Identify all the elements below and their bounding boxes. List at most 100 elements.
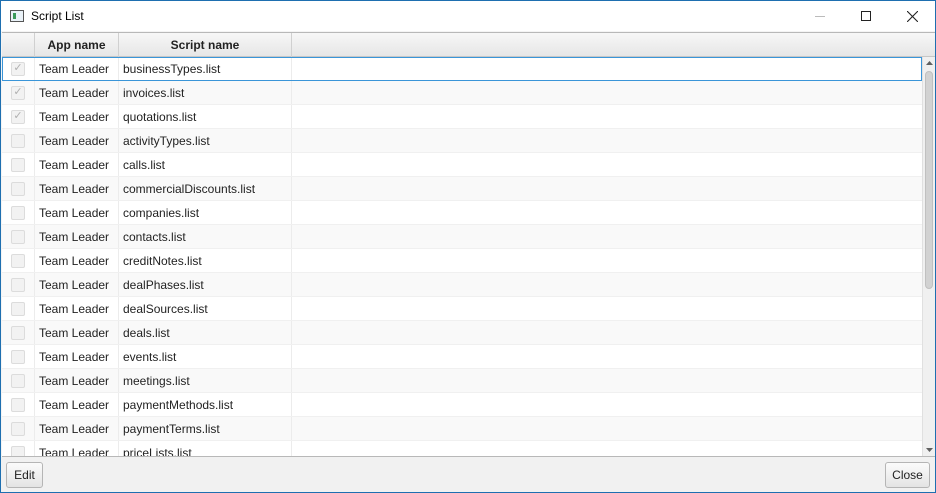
maximize-button[interactable] (843, 1, 889, 31)
unchecked-checkbox[interactable] (11, 157, 25, 172)
close-icon (906, 10, 918, 22)
unchecked-checkbox[interactable] (11, 229, 25, 244)
select-cell (2, 321, 35, 344)
close-dialog-button[interactable]: Close (885, 462, 930, 488)
app-name-cell: Team Leader (35, 273, 119, 296)
unchecked-checkbox[interactable] (11, 397, 25, 412)
script-name-cell: dealSources.list (119, 297, 292, 320)
maximize-icon (861, 11, 871, 21)
script-name-cell: dealPhases.list (119, 273, 292, 296)
filler-cell (292, 441, 922, 456)
table-row[interactable]: Team Leader events.list (2, 345, 922, 369)
unchecked-checkbox[interactable] (11, 421, 25, 436)
select-cell (2, 441, 35, 456)
column-header-select[interactable] (2, 33, 35, 57)
select-cell (2, 201, 35, 224)
filler-cell (292, 369, 922, 392)
table-row[interactable]: Team Leader deals.list (2, 321, 922, 345)
filler-cell (292, 177, 922, 200)
unchecked-checkbox[interactable] (11, 253, 25, 268)
column-header-filler (292, 33, 935, 57)
unchecked-checkbox[interactable] (11, 277, 25, 292)
app-name-cell: Team Leader (35, 417, 119, 440)
unchecked-checkbox[interactable] (11, 181, 25, 196)
table-row[interactable]: ✓ Team Leader quotations.list (2, 105, 922, 129)
table-row[interactable]: Team Leader commercialDiscounts.list (2, 177, 922, 201)
app-name-cell: Team Leader (35, 345, 119, 368)
unchecked-checkbox[interactable] (11, 301, 25, 316)
table-row[interactable]: Team Leader contacts.list (2, 225, 922, 249)
filler-cell (292, 297, 922, 320)
table-row[interactable]: Team Leader priceLists.list (2, 441, 922, 456)
edit-button[interactable]: Edit (6, 462, 43, 488)
filler-cell (292, 273, 922, 296)
table-row[interactable]: ✓ Team Leader businessTypes.list (2, 57, 922, 81)
minimize-button[interactable] (797, 1, 843, 31)
script-name-cell: meetings.list (119, 369, 292, 392)
close-button[interactable] (889, 1, 935, 31)
scroll-down-icon[interactable] (923, 444, 935, 456)
column-header-script-name[interactable]: Script name (119, 33, 292, 57)
table-row[interactable]: Team Leader paymentMethods.list (2, 393, 922, 417)
table-row[interactable]: Team Leader companies.list (2, 201, 922, 225)
filler-cell (292, 81, 922, 104)
script-name-cell: businessTypes.list (119, 57, 292, 80)
column-header-app-name[interactable]: App name (35, 33, 119, 57)
window-controls (797, 1, 935, 31)
app-name-cell: Team Leader (35, 81, 119, 104)
window-title: Script List (31, 9, 84, 23)
vertical-scrollbar[interactable] (922, 57, 935, 456)
table-row[interactable]: Team Leader dealSources.list (2, 297, 922, 321)
script-table: App name Script name ✓ Team Leader busines… (2, 32, 935, 457)
filler-cell (292, 417, 922, 440)
filler-cell (292, 345, 922, 368)
table-row[interactable]: Team Leader calls.list (2, 153, 922, 177)
table-body: ✓ Team Leader businessTypes.list ✓ Team Lead… (2, 57, 922, 456)
table-row[interactable]: Team Leader paymentTerms.list (2, 417, 922, 441)
checked-checkbox[interactable]: ✓ (11, 109, 25, 124)
unchecked-checkbox[interactable] (11, 373, 25, 388)
script-name-cell: creditNotes.list (119, 249, 292, 272)
unchecked-checkbox[interactable] (11, 445, 25, 456)
script-list-window: Script List App name Script name ✓ Team L… (0, 0, 936, 493)
filler-cell (292, 249, 922, 272)
button-bar: Edit Close (1, 457, 935, 492)
table-row[interactable]: Team Leader dealPhases.list (2, 273, 922, 297)
app-name-cell: Team Leader (35, 177, 119, 200)
script-name-cell: commercialDiscounts.list (119, 177, 292, 200)
select-cell (2, 417, 35, 440)
checked-checkbox[interactable]: ✓ (11, 85, 25, 100)
table-row[interactable]: Team Leader meetings.list (2, 369, 922, 393)
unchecked-checkbox[interactable] (11, 133, 25, 148)
table-row[interactable]: ✓ Team Leader invoices.list (2, 81, 922, 105)
app-name-cell: Team Leader (35, 441, 119, 456)
app-name-cell: Team Leader (35, 201, 119, 224)
select-cell: ✓ (2, 105, 35, 128)
script-name-cell: invoices.list (119, 81, 292, 104)
table-row[interactable]: Team Leader activityTypes.list (2, 129, 922, 153)
select-cell: ✓ (2, 81, 35, 104)
filler-cell (292, 153, 922, 176)
app-name-cell: Team Leader (35, 297, 119, 320)
script-name-cell: companies.list (119, 201, 292, 224)
script-name-cell: paymentMethods.list (119, 393, 292, 416)
select-cell (2, 369, 35, 392)
table-row[interactable]: Team Leader creditNotes.list (2, 249, 922, 273)
app-icon (10, 10, 24, 22)
checked-checkbox[interactable]: ✓ (11, 61, 25, 76)
select-cell (2, 249, 35, 272)
unchecked-checkbox[interactable] (11, 325, 25, 340)
scrollbar-thumb[interactable] (925, 71, 933, 289)
select-cell (2, 129, 35, 152)
title-bar[interactable]: Script List (1, 1, 935, 31)
select-cell (2, 225, 35, 248)
scroll-up-icon[interactable] (923, 57, 935, 69)
select-cell (2, 393, 35, 416)
script-name-cell: activityTypes.list (119, 129, 292, 152)
script-name-cell: events.list (119, 345, 292, 368)
select-cell: ✓ (2, 57, 35, 80)
app-name-cell: Team Leader (35, 129, 119, 152)
filler-cell (292, 393, 922, 416)
unchecked-checkbox[interactable] (11, 349, 25, 364)
unchecked-checkbox[interactable] (11, 205, 25, 220)
